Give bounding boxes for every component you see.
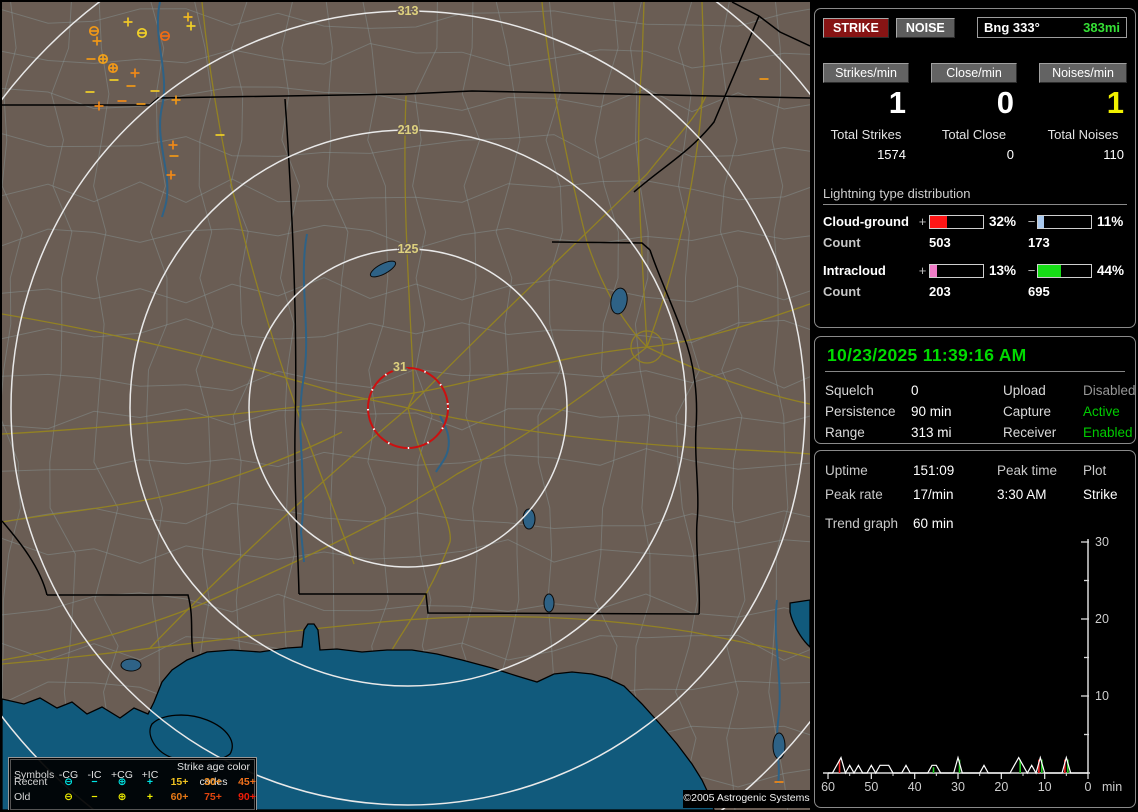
capture-status: Active: [1083, 404, 1136, 419]
svg-text:20: 20: [1095, 612, 1109, 626]
cloud-ground-label: Cloud-ground: [823, 214, 916, 229]
ic-plus-bar: [929, 264, 984, 278]
cg-minus-icon: ⊖: [55, 790, 82, 805]
cg-plus-icon: ⊕: [107, 790, 137, 805]
svg-text:30: 30: [951, 780, 965, 794]
ic-minus-percent: 44%: [1092, 263, 1132, 278]
distribution-title: Lightning type distribution: [823, 186, 1127, 205]
copyright-text: ©2005 Astrogenic Systems: [683, 790, 810, 808]
svg-text:20: 20: [994, 780, 1008, 794]
cg-plus-percent: 32%: [984, 214, 1026, 229]
age-60: 60+: [163, 790, 196, 805]
svg-text:313: 313: [398, 4, 419, 18]
ic-plus-count: 203: [929, 284, 1028, 299]
datetime-display: 10/23/2025 11:39:16 AM: [825, 343, 1125, 372]
strike-button[interactable]: STRIKE: [823, 18, 889, 38]
close-per-min-chip: Close/min: [931, 63, 1017, 83]
noise-button[interactable]: NOISE: [896, 18, 955, 38]
noises-per-min-value: 1: [1039, 85, 1127, 121]
cg-minus-count: 173: [1028, 235, 1127, 250]
squelch-label: Squelch: [825, 383, 911, 398]
ic-plus-icon: +: [137, 775, 163, 790]
ic-minus-icon: −: [82, 790, 107, 805]
svg-text:40: 40: [908, 780, 922, 794]
svg-text:219: 219: [398, 123, 419, 137]
svg-text:50: 50: [864, 780, 878, 794]
minus-sign: −: [1026, 263, 1037, 278]
svg-text:60: 60: [821, 780, 835, 794]
bearing-readout: Bng 333° 383mi: [977, 17, 1127, 38]
age-90: 90+: [230, 790, 264, 805]
total-close-value: 0: [931, 147, 1017, 162]
ic-plus-icon: +: [137, 790, 163, 805]
age-15: 15+: [163, 775, 196, 790]
cg-count-label: Count: [823, 235, 916, 250]
cg-plus-icon: ⊕: [107, 775, 137, 790]
age-75: 75+: [196, 790, 230, 805]
ic-count-label: Count: [823, 284, 916, 299]
bearing-value: Bng 333°: [984, 20, 1040, 35]
svg-text:min: min: [1102, 780, 1122, 794]
close-per-min-value: 0: [931, 85, 1017, 121]
strikes-per-min-value: 1: [823, 85, 909, 121]
map-canvas[interactable]: 313 219 125 31 Symbols -CG -IC +CG +IC Stri…: [2, 2, 810, 810]
range-value: 313 mi: [911, 425, 1003, 440]
plus-sign: +: [916, 214, 929, 229]
ic-minus-bar: [1037, 264, 1092, 278]
strike-stats-panel: STRIKE NOISE Bng 333° 383mi Strikes/min …: [814, 8, 1136, 328]
strike-symbol: [109, 64, 118, 73]
total-close-label: Total Close: [931, 127, 1017, 142]
trend-panel: Uptime 151:09 Peak time Plot Peak rate 1…: [814, 450, 1136, 808]
map-image: 313 219 125 31: [2, 2, 810, 810]
minus-sign: −: [1026, 214, 1037, 229]
bearing-distance: 383mi: [1083, 20, 1120, 35]
svg-text:10: 10: [1095, 689, 1109, 703]
total-strikes-value: 1574: [823, 147, 909, 162]
cg-plus-count: 503: [929, 235, 1028, 250]
svg-text:0: 0: [1085, 780, 1092, 794]
noises-per-min-chip: Noises/min: [1039, 63, 1127, 83]
age-45: 45+: [230, 775, 264, 790]
cg-minus-icon: ⊖: [55, 775, 82, 790]
legend-row-old: Old: [9, 790, 55, 805]
receiver-label: Receiver: [1003, 425, 1083, 440]
upload-status: Disabled: [1083, 383, 1136, 398]
svg-text:31: 31: [393, 360, 407, 374]
strike-symbol: [99, 55, 108, 64]
svg-text:30: 30: [1095, 535, 1109, 549]
squelch-value: 0: [911, 383, 1003, 398]
svg-text:125: 125: [398, 242, 419, 256]
strikes-per-min-chip: Strikes/min: [823, 63, 909, 83]
upload-label: Upload: [1003, 383, 1083, 398]
intracloud-label: Intracloud: [823, 263, 916, 278]
cg-minus-bar: [1037, 215, 1092, 229]
svg-text:10: 10: [1038, 780, 1052, 794]
age-30: 30+: [196, 775, 230, 790]
ic-minus-count: 695: [1028, 284, 1127, 299]
ic-minus-icon: −: [82, 775, 107, 790]
capture-label: Capture: [1003, 404, 1083, 419]
ic-plus-percent: 13%: [984, 263, 1026, 278]
trend-graph: 30 20 10 60 50 40 30 20 10 0 min: [815, 451, 1135, 807]
symbol-legend: Symbols -CG -IC +CG +IC Strike age color…: [8, 757, 257, 810]
status-panel: 10/23/2025 11:39:16 AM Squelch 0 Upload …: [814, 336, 1136, 444]
total-strikes-label: Total Strikes: [823, 127, 909, 142]
plus-sign: +: [916, 263, 929, 278]
total-noises-value: 110: [1039, 147, 1127, 162]
cg-plus-bar: [929, 215, 984, 229]
persistence-value: 90 min: [911, 404, 1003, 419]
range-label: Range: [825, 425, 911, 440]
persistence-label: Persistence: [825, 404, 911, 419]
legend-row-recent: Recent: [9, 775, 55, 790]
total-noises-label: Total Noises: [1039, 127, 1127, 142]
cg-minus-percent: 11%: [1092, 214, 1132, 229]
receiver-status: Enabled: [1083, 425, 1136, 440]
